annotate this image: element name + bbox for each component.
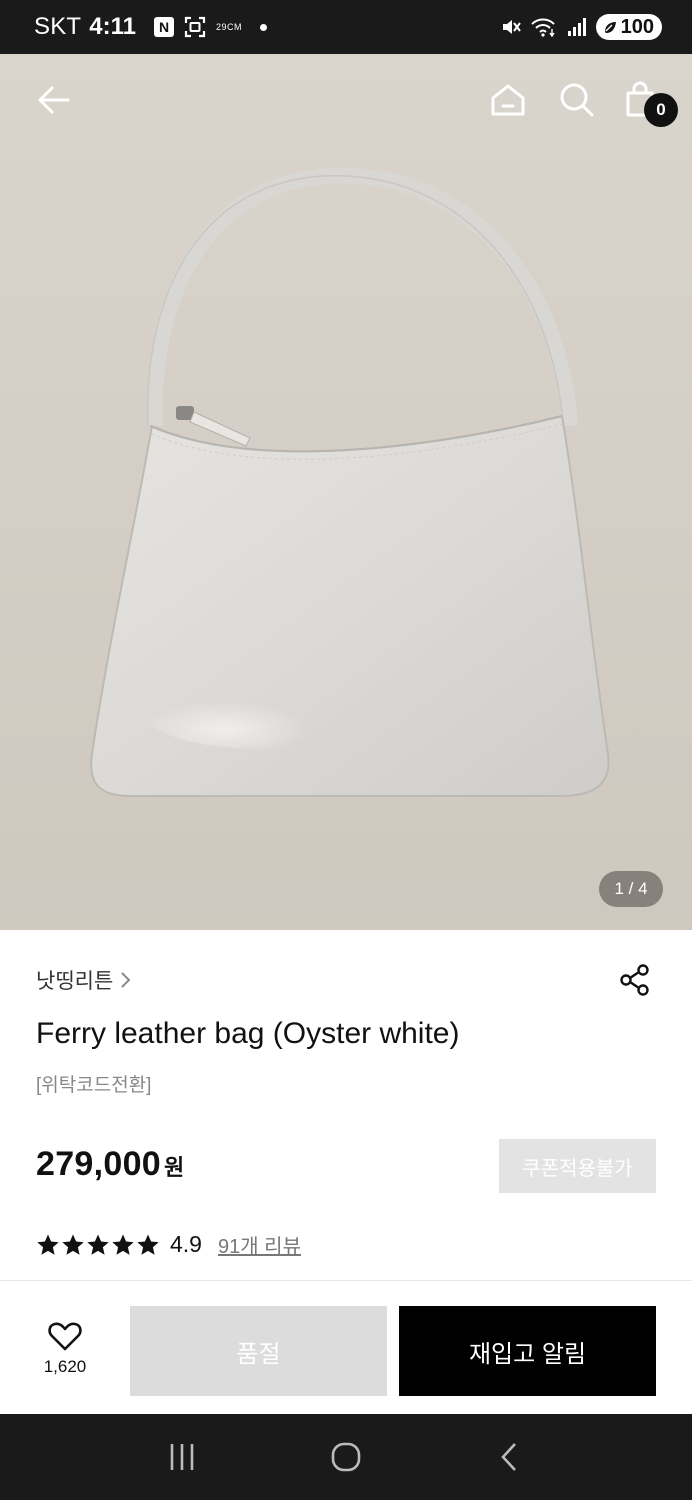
rating-stars xyxy=(36,1233,160,1257)
search-icon xyxy=(560,83,594,117)
status-bar: SKT 4:11 N 29CM 100 xyxy=(0,0,692,54)
product-photo xyxy=(90,167,610,797)
search-button[interactable] xyxy=(555,78,599,122)
wishlist-count: 1,620 xyxy=(43,1357,87,1376)
back-button[interactable] xyxy=(32,78,76,122)
signal-icon xyxy=(567,18,586,36)
arrow-left-icon xyxy=(38,86,70,114)
more-notifications-dot xyxy=(260,23,268,31)
gallery-page-indicator: 1 / 4 xyxy=(599,871,663,907)
star-icon xyxy=(87,1234,109,1255)
carrier-label: SKT xyxy=(34,13,82,40)
recent-apps-icon xyxy=(170,1444,194,1470)
product-image-gallery[interactable]: 0 1 / 4 xyxy=(0,54,692,930)
cart-count-badge: 0 xyxy=(644,93,678,127)
home-button[interactable] xyxy=(486,78,530,122)
n-notification-icon: N xyxy=(154,17,174,37)
chevron-right-icon xyxy=(121,972,131,988)
star-icon xyxy=(112,1234,134,1255)
back-chevron-icon xyxy=(501,1443,516,1471)
purchase-action-bar: 1,620 품절 재입고 알림 xyxy=(0,1280,692,1414)
review-count-link[interactable]: 91개 리뷰 xyxy=(218,1230,301,1259)
star-icon xyxy=(62,1234,84,1255)
wishlist-button[interactable]: 1,620 xyxy=(30,1321,100,1385)
battery-indicator: 100 xyxy=(595,14,662,40)
coupon-unavailable-button[interactable]: 쿠폰적용불가 xyxy=(499,1139,656,1193)
home-circle-icon xyxy=(331,1442,361,1472)
price-value: 279,000 xyxy=(36,1145,162,1183)
home-nav-button[interactable] xyxy=(316,1427,376,1487)
wifi-icon xyxy=(530,18,555,38)
battery-saver-icon xyxy=(604,22,616,33)
app-notification-label: 29CM xyxy=(216,22,243,32)
mute-icon xyxy=(502,20,521,34)
heart-icon xyxy=(48,1322,82,1351)
product-title: Ferry leather bag (Oyster white) xyxy=(36,1017,460,1050)
system-navigation-bar xyxy=(0,1414,692,1500)
home-icon xyxy=(491,84,525,116)
star-icon xyxy=(37,1234,59,1255)
recent-apps-button[interactable] xyxy=(152,1427,212,1487)
share-button[interactable] xyxy=(618,963,652,997)
cart-button[interactable]: 0 xyxy=(618,78,678,127)
clock: 4:11 xyxy=(89,13,136,40)
back-nav-button[interactable] xyxy=(480,1427,540,1487)
battery-level: 100 xyxy=(620,15,654,38)
star-icon xyxy=(137,1234,159,1255)
top-navigation: 0 xyxy=(0,54,692,149)
price-currency: 원 xyxy=(164,1155,185,1180)
brand-name: 낫띵리튼 xyxy=(36,970,114,993)
price: 279,000 원 xyxy=(36,1145,184,1184)
rating-value: 4.9 xyxy=(170,1231,202,1257)
brand-link[interactable]: 낫띵리튼 xyxy=(36,965,133,995)
restock-alert-button[interactable]: 재입고 알림 xyxy=(399,1306,656,1396)
screen-scan-icon xyxy=(184,16,206,38)
rating-summary: 4.9 91개 리뷰 xyxy=(36,1230,301,1259)
soldout-button[interactable]: 품절 xyxy=(130,1306,387,1396)
product-subtitle: [위탁코드전환] xyxy=(36,1075,152,1096)
share-icon xyxy=(620,964,649,996)
